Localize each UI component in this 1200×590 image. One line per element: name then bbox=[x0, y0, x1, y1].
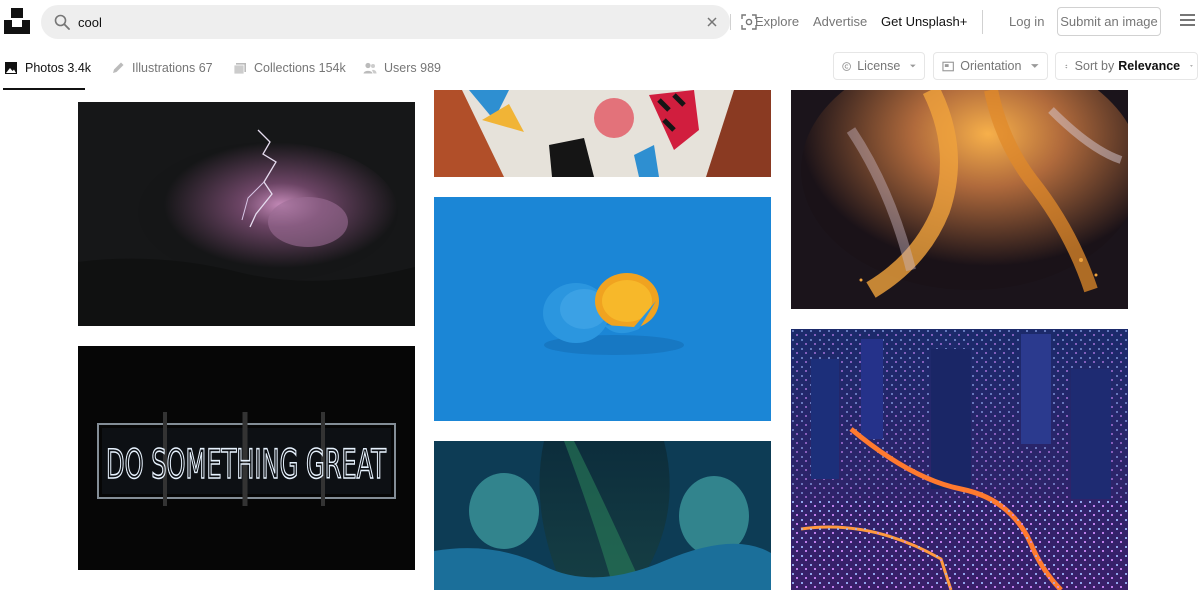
photo-cave-aurora[interactable] bbox=[434, 441, 771, 590]
nav-advertise-link[interactable]: Advertise bbox=[813, 14, 867, 29]
search-bar[interactable] bbox=[41, 5, 757, 39]
top-header: Explore Advertise Get Unsplash+ Log in S… bbox=[0, 0, 1200, 44]
nav-explore-link[interactable]: Explore bbox=[755, 14, 799, 29]
tab-photos-label: Photos 3.4k bbox=[25, 61, 92, 75]
photo-blue-orange[interactable] bbox=[434, 197, 771, 421]
knit-pattern-image bbox=[434, 90, 771, 177]
tab-illustrations-label: Illustrations 67 bbox=[132, 61, 213, 75]
tab-photos[interactable]: Photos 3.4k bbox=[4, 58, 91, 78]
orientation-icon bbox=[942, 61, 954, 71]
active-tab-indicator bbox=[3, 88, 85, 90]
blue-orange-image bbox=[434, 197, 771, 421]
users-icon bbox=[363, 62, 377, 74]
photo-do-something-great-neon[interactable]: DO SOMETHING GREAT bbox=[78, 346, 415, 570]
filter-bar: Photos 3.4k Illustrations 67 Collections… bbox=[0, 44, 1200, 90]
tab-collections-label: Collections 154k bbox=[254, 61, 346, 75]
hamburger-menu-icon[interactable] bbox=[1180, 14, 1196, 28]
unsplash-logo-icon[interactable] bbox=[4, 8, 30, 34]
header-divider bbox=[982, 10, 983, 34]
cave-aurora-image bbox=[434, 441, 771, 590]
chevron-down-icon bbox=[1031, 64, 1039, 68]
tab-users-label: Users 989 bbox=[384, 61, 441, 75]
sort-icon bbox=[1065, 64, 1068, 68]
submit-image-button[interactable]: Submit an image bbox=[1057, 7, 1161, 36]
search-icon[interactable] bbox=[54, 14, 70, 30]
neon-sign-image: DO SOMETHING GREAT bbox=[78, 346, 415, 570]
orientation-filter-label: Orientation bbox=[960, 59, 1022, 73]
photo-orange-smoke-swirl[interactable] bbox=[791, 90, 1128, 309]
neon-sign-text: DO SOMETHING GREAT bbox=[106, 442, 386, 488]
orientation-filter[interactable]: Orientation bbox=[933, 52, 1048, 80]
search-input[interactable] bbox=[78, 12, 658, 32]
chevron-down-icon bbox=[1190, 65, 1193, 67]
clear-search-icon[interactable] bbox=[705, 15, 719, 29]
pen-icon bbox=[113, 62, 124, 73]
lightning-storm-image bbox=[78, 102, 415, 326]
license-filter-label: License bbox=[857, 59, 901, 73]
license-icon bbox=[842, 61, 851, 71]
sort-filter[interactable]: Sort by Relevance bbox=[1055, 52, 1198, 80]
orange-smoke-image bbox=[791, 90, 1128, 309]
chevron-down-icon bbox=[910, 64, 916, 68]
photo-knit-pattern[interactable] bbox=[434, 90, 771, 177]
search-divider bbox=[730, 14, 731, 30]
tokyo-city-image bbox=[791, 329, 1128, 590]
tab-collections[interactable]: Collections 154k bbox=[233, 58, 346, 78]
image-icon bbox=[5, 62, 17, 74]
sort-filter-value: Relevance bbox=[1118, 59, 1181, 73]
login-link[interactable]: Log in bbox=[1009, 14, 1044, 29]
sort-filter-label: Sort by bbox=[1074, 59, 1115, 73]
tab-illustrations[interactable]: Illustrations 67 bbox=[111, 58, 213, 78]
photo-tokyo-night-city[interactable] bbox=[791, 329, 1128, 590]
photo-lightning-storm[interactable] bbox=[78, 102, 415, 326]
nav-get-unsplash-plus-link[interactable]: Get Unsplash+ bbox=[881, 14, 967, 29]
license-filter[interactable]: License bbox=[833, 52, 925, 80]
tab-users[interactable]: Users 989 bbox=[363, 58, 441, 78]
collection-icon bbox=[233, 63, 246, 75]
